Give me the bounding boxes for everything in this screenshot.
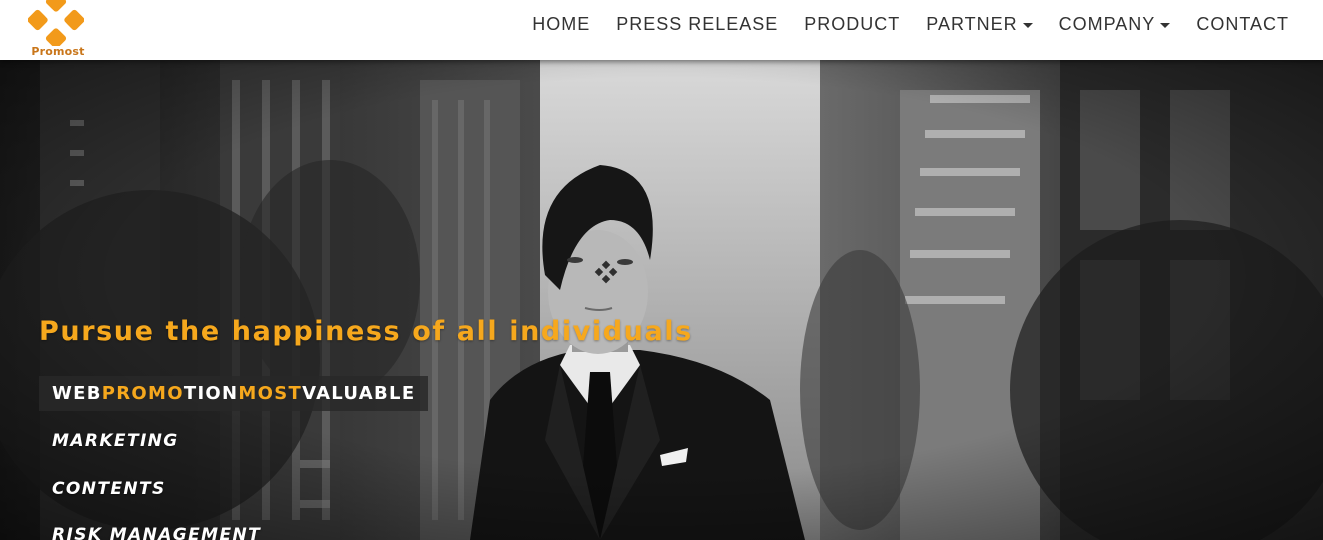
brand-highlight-most: MOST xyxy=(238,383,303,404)
nav-home-label: HOME xyxy=(532,14,591,34)
nav-company-label: COMPANY xyxy=(1058,14,1156,34)
nav-press-release-label: PRESS RELEASE xyxy=(616,14,779,34)
logo-diamond-icon xyxy=(28,0,84,46)
nav-company-dropdown[interactable]: COMPANY xyxy=(1046,12,1184,36)
nav-product[interactable]: PRODUCT xyxy=(791,12,913,36)
service-risk-management: RISK MANAGEMENT xyxy=(52,525,262,540)
site-header: Promost HOME PRESS RELEASE PRODUCT PARTN… xyxy=(0,0,1323,60)
nav-press-release[interactable]: PRESS RELEASE xyxy=(603,12,791,36)
service-marketing: MARKETING xyxy=(52,431,179,451)
brand-word-web: WEB xyxy=(52,383,102,404)
logo-wordmark: Promost xyxy=(31,45,85,58)
promost-logo[interactable]: Promost xyxy=(26,0,88,60)
service-contents: CONTENTS xyxy=(52,479,166,499)
nav-partner-label: PARTNER xyxy=(926,14,1018,34)
nav-home[interactable]: HOME xyxy=(519,12,603,36)
brand-word-tion: TION xyxy=(183,383,239,404)
brand-statement: WEB PROMO TION MOST VALUABLE xyxy=(39,376,429,411)
brand-highlight-promo: PROMO xyxy=(101,383,184,404)
nav-partner-dropdown[interactable]: PARTNER xyxy=(913,12,1045,36)
hero-banner: Pursue the happiness of all individuals … xyxy=(0,60,1323,540)
brand-word-valuable: VALUABLE xyxy=(302,383,416,404)
caret-down-icon xyxy=(1022,22,1033,28)
hero-photo xyxy=(0,60,1323,540)
main-nav: HOME PRESS RELEASE PRODUCT PARTNER COMPA… xyxy=(519,12,1289,36)
hero-tagline: Pursue the happiness of all individuals xyxy=(39,316,693,347)
nav-contact[interactable]: CONTACT xyxy=(1183,12,1289,36)
nav-product-label: PRODUCT xyxy=(804,14,901,34)
caret-down-icon xyxy=(1160,22,1171,28)
nav-contact-label: CONTACT xyxy=(1196,14,1289,34)
